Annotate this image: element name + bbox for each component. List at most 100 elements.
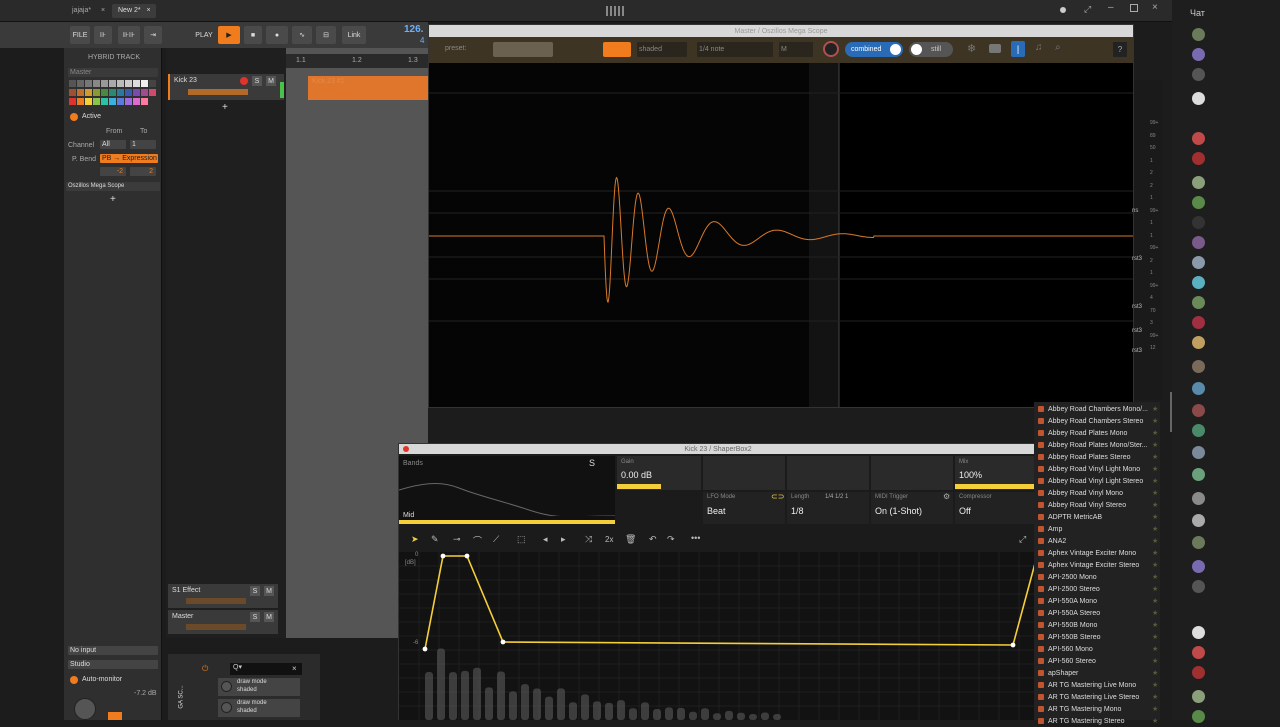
star-icon[interactable]: ★ [1152,405,1158,413]
color-swatch[interactable] [149,89,156,96]
dot-icon[interactable] [1060,7,1066,13]
avatar[interactable] [1192,468,1205,481]
avatar[interactable] [1192,514,1205,527]
star-icon[interactable]: ★ [1152,489,1158,497]
star-icon[interactable]: ★ [1152,537,1158,545]
avatar[interactable] [1192,48,1205,61]
solo-band-button[interactable]: S [589,458,595,468]
draw-mode-item[interactable]: draw mode shaded [218,678,300,696]
color-swatch[interactable] [125,80,132,87]
arrange-view-button[interactable]: ⊪ [94,26,112,44]
star-icon[interactable]: ★ [1152,513,1158,521]
avatar[interactable] [1192,296,1205,309]
avatar[interactable] [1192,626,1205,639]
color-swatch[interactable] [69,80,76,87]
color-swatch[interactable] [101,89,108,96]
browser-item[interactable]: AR TG Mastering Mono ★ [1038,703,1158,715]
avatar[interactable] [1192,176,1205,189]
restore-icon[interactable] [1130,4,1138,12]
minimize-icon[interactable]: – [1108,2,1114,13]
shuffle-icon[interactable]: ⤨ [585,534,592,545]
avatar[interactable] [1192,560,1205,573]
link-icon[interactable]: ⊂⊃ [771,492,784,501]
browser-item[interactable]: API-550B Mono ★ [1038,619,1158,631]
help-button[interactable]: ? [1113,42,1127,57]
range-max[interactable]: 2 [130,167,156,176]
avatar[interactable] [1192,404,1205,417]
star-icon[interactable]: ★ [1152,441,1158,449]
browser-item[interactable]: Abbey Road Vinyl Stereo ★ [1038,499,1158,511]
browser-item[interactable]: Abbey Road Plates Mono/Ster... ★ [1038,439,1158,451]
solo-button[interactable]: S [250,612,260,622]
avatar[interactable] [1192,68,1205,81]
volume-fader[interactable] [186,624,246,630]
avatar[interactable] [1192,710,1205,723]
color-swatch[interactable] [133,89,140,96]
star-icon[interactable]: ★ [1152,657,1158,665]
close-window-icon[interactable]: × [1152,2,1158,13]
star-icon[interactable]: ★ [1152,681,1158,689]
star-icon[interactable]: ★ [1152,717,1158,725]
star-icon[interactable]: ★ [1152,705,1158,713]
close-window-icon[interactable] [403,446,409,452]
color-swatch[interactable] [93,89,100,96]
channel-select[interactable]: M [779,42,813,57]
color-swatch[interactable] [109,80,116,87]
color-swatch[interactable] [69,98,76,105]
file-button[interactable]: FILE [70,26,90,44]
ramp-tool-icon[interactable]: ⟋ [493,534,499,545]
undo-icon[interactable]: ↶ [649,534,657,545]
solo-button[interactable]: S [250,586,260,596]
star-icon[interactable]: ★ [1152,669,1158,677]
tab-new2[interactable]: New 2* × [112,4,156,18]
edit-view-button[interactable]: ⇥ [144,26,162,44]
avatar[interactable] [1192,382,1205,395]
browser-item[interactable]: Abbey Road Plates Stereo ★ [1038,451,1158,463]
pb-expression-select[interactable]: PB → Expression [100,154,158,163]
power-icon[interactable]: ⏻ [202,664,208,674]
more-icon[interactable]: ••• [691,533,700,543]
browser-item[interactable]: API-2500 Stereo ★ [1038,583,1158,595]
range-min[interactable]: -2 [100,167,126,176]
from-select[interactable]: All [100,140,126,149]
overdub-button[interactable]: ⊟ [316,26,336,44]
device-oszillos[interactable]: Oszillos Mega Scope [66,182,160,191]
curve-tool-icon[interactable]: ⌒ [473,534,482,547]
color-swatch[interactable] [85,80,92,87]
bands-panel[interactable]: Bands S Mid [399,456,615,524]
color-swatch[interactable] [77,80,84,87]
star-icon[interactable]: ★ [1152,609,1158,617]
mix-view-button[interactable]: ⊪⊪ [118,26,140,44]
automation-button[interactable]: ∿ [292,26,312,44]
to-select[interactable]: 1 [130,140,156,149]
compressor-control[interactable]: Compressor Off [955,492,1037,524]
star-icon[interactable]: ★ [1152,597,1158,605]
browser-item[interactable]: Aphex Vintage Exciter Stereo ★ [1038,559,1158,571]
color-swatch[interactable] [85,89,92,96]
still-toggle[interactable]: still [909,42,953,57]
preset-field[interactable] [493,42,553,57]
volume-fader[interactable] [186,598,246,604]
volume-fader[interactable] [188,89,248,95]
star-icon[interactable]: ★ [1152,465,1158,473]
color-swatch[interactable] [117,98,124,105]
add-device-button[interactable]: + [110,194,116,205]
avatar[interactable] [1192,276,1205,289]
star-icon[interactable]: ★ [1152,621,1158,629]
avatar[interactable] [1192,690,1205,703]
avatar[interactable] [1192,216,1205,229]
browser-item[interactable]: AR TG Mastering Stereo ★ [1038,715,1158,727]
double-button[interactable]: 2x [605,535,613,544]
length-fractions[interactable]: 1/4 1/2 1 [825,494,848,500]
draw-mode-select[interactable]: shaded [637,42,687,57]
color-swatch[interactable] [101,80,108,87]
avatar[interactable] [1192,236,1205,249]
solo-button[interactable]: S [252,76,262,86]
browser-item[interactable]: Abbey Road Vinyl Light Mono ★ [1038,463,1158,475]
avatar[interactable] [1192,580,1205,593]
color-swatch[interactable] [133,80,140,87]
avatar[interactable] [1192,360,1205,373]
gear-icon[interactable]: ⚙ [943,492,950,501]
tab-jajaja[interactable]: jajaja* × [68,4,112,18]
browser-item[interactable]: Abbey Road Vinyl Mono ★ [1038,487,1158,499]
